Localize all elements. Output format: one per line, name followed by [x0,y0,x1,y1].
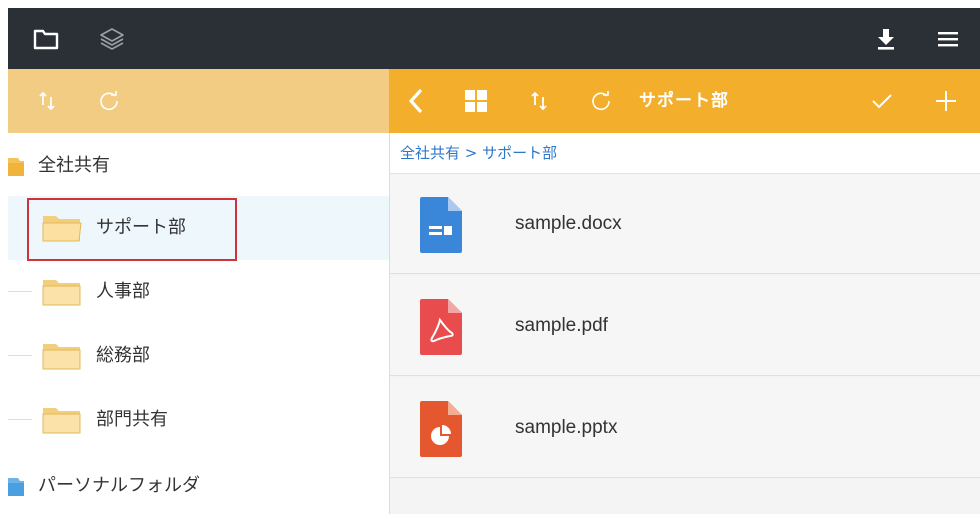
tree-root-personal[interactable]: パーソナルフォルダ [8,453,200,514]
tree-item-support[interactable]: サポート部 [8,196,389,261]
tree-connector [8,419,32,420]
sort-icon[interactable] [32,69,62,133]
folder-icon [42,344,81,370]
tree-item-department-shared[interactable]: 部門共有 [8,388,389,452]
sort-icon[interactable] [524,69,554,133]
tree-item-general-affairs[interactable]: 総務部 [8,324,389,388]
tree-root-label: パーソナルフォルダ [38,475,200,496]
back-chevron-icon[interactable] [401,69,431,133]
right-toolbar: サポート部 [389,69,980,133]
folder-icon [42,408,81,434]
breadcrumb[interactable]: 全社共有 > サポート部 [390,133,980,174]
refresh-icon[interactable] [94,69,124,133]
folder-tree: 全社共有 サポート部 人事部 総務部 部門共有 パーソナルフォルダ [8,133,389,514]
pptx-file-icon [420,401,462,457]
plus-icon[interactable] [931,69,961,133]
top-bar [8,8,980,69]
file-row[interactable]: sample.docx [390,174,980,274]
folder-icon [42,216,82,242]
layers-icon[interactable] [92,8,132,69]
file-row[interactable]: sample.pptx [390,378,980,478]
personal-folder-icon [8,478,24,496]
pdf-file-icon [420,299,462,355]
tree-item-label: 部門共有 [96,409,168,430]
refresh-icon[interactable] [586,69,616,133]
file-name: sample.pdf [515,315,608,336]
check-icon[interactable] [867,69,897,133]
folder-icon[interactable] [26,8,66,69]
tree-item-label: サポート部 [96,217,186,238]
folder-icon [42,280,81,306]
tree-item-label: 総務部 [96,345,150,366]
file-list: sample.docx sample.pdf sample.pptx [390,174,980,514]
download-icon[interactable] [866,8,906,69]
docx-file-icon [420,197,462,253]
tree-connector [8,291,32,292]
tree-root-label: 全社共有 [38,155,110,176]
folder-title: サポート部 [639,91,729,111]
tree-item-hr[interactable]: 人事部 [8,260,389,324]
file-row[interactable]: sample.pdf [390,276,980,376]
tree-item-label: 人事部 [96,281,150,302]
tree-root-company-shared[interactable]: 全社共有 [8,133,110,195]
menu-icon[interactable] [928,8,968,69]
file-name: sample.docx [515,213,622,234]
grid-view-icon[interactable] [461,69,491,133]
file-name: sample.pptx [515,417,618,438]
tree-connector [8,355,32,356]
shared-folder-icon [8,158,24,176]
left-toolbar [8,69,389,133]
